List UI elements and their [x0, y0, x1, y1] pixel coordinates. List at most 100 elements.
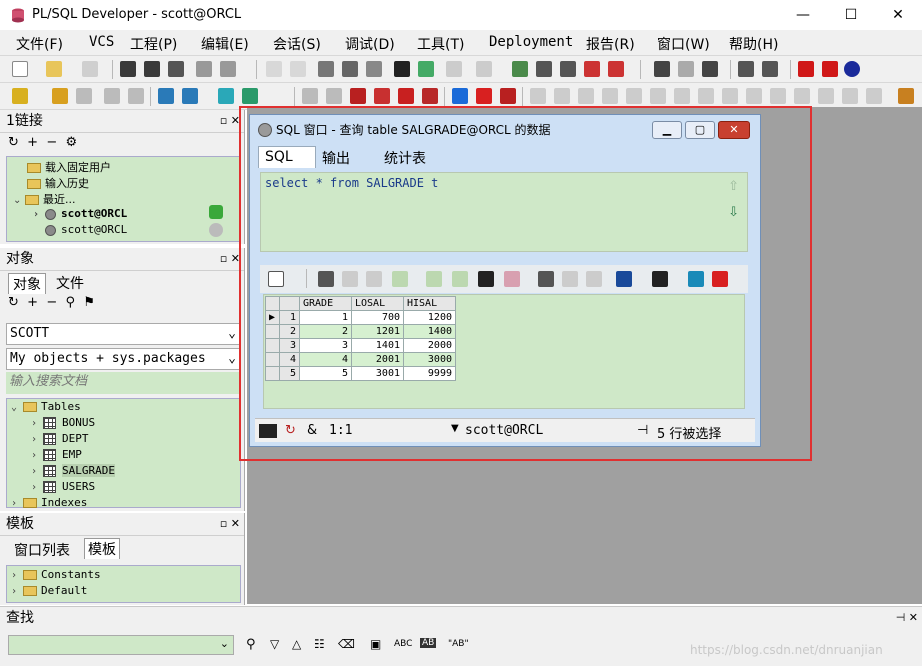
- shape-red3-icon[interactable]: [398, 88, 414, 104]
- find-icon[interactable]: ⚲: [66, 295, 76, 310]
- paste-icon[interactable]: [366, 61, 382, 77]
- list-item[interactable]: ⌄ 最近...: [13, 191, 76, 207]
- menu-deployment[interactable]: Deployment: [489, 34, 573, 50]
- arrow-up-icon[interactable]: △: [292, 637, 301, 651]
- remove-icon[interactable]: −: [46, 135, 57, 150]
- tile-icon[interactable]: [762, 61, 778, 77]
- search-input[interactable]: 输入搜索文档: [6, 372, 241, 394]
- replace-icon[interactable]: [418, 61, 434, 77]
- tool-m-icon[interactable]: [818, 88, 834, 104]
- commit-icon[interactable]: [104, 88, 120, 104]
- save-icon[interactable]: [120, 61, 136, 77]
- tool-l-icon[interactable]: [794, 88, 810, 104]
- undo-icon[interactable]: [266, 61, 282, 77]
- indent-icon[interactable]: [536, 61, 552, 77]
- uppercase-icon[interactable]: [584, 61, 600, 77]
- rollback-icon[interactable]: [128, 88, 144, 104]
- tool-j-icon[interactable]: [746, 88, 762, 104]
- minimize-button[interactable]: —: [780, 0, 826, 30]
- menu-edit[interactable]: 编辑(E): [201, 34, 249, 54]
- menu-help[interactable]: 帮助(H): [729, 34, 778, 54]
- cut-icon[interactable]: [318, 61, 334, 77]
- arrow-down-icon[interactable]: ▽: [270, 637, 279, 651]
- settings-icon[interactable]: ⚙: [66, 135, 78, 150]
- user-select[interactable]: SCOTT ⌄: [6, 323, 241, 345]
- tool-a-icon[interactable]: [530, 88, 546, 104]
- oracle-icon[interactable]: [798, 61, 814, 77]
- table-row-selected[interactable]: › SALGRADE: [31, 464, 115, 477]
- quoted-button[interactable]: "AB": [448, 639, 469, 649]
- menu-debug[interactable]: 调试(D): [345, 34, 395, 54]
- menu-project[interactable]: 工程(P): [130, 34, 177, 54]
- highlight-icon[interactable]: ☷: [314, 637, 325, 651]
- nav-forward-icon[interactable]: [476, 61, 492, 77]
- gear-icon[interactable]: [52, 88, 68, 104]
- list-item[interactable]: ⌄ Tables: [11, 400, 81, 413]
- tool-p-icon[interactable]: [898, 88, 914, 104]
- tool-c-icon[interactable]: [578, 88, 594, 104]
- shape-red-icon[interactable]: [350, 88, 366, 104]
- stop-icon[interactable]: [500, 88, 516, 104]
- maximize-button[interactable]: ☐: [828, 0, 874, 30]
- lowercase-icon[interactable]: [608, 61, 624, 77]
- menu-window[interactable]: 窗口(W): [657, 34, 710, 54]
- arrow-right-blue-icon[interactable]: [452, 88, 468, 104]
- compile-icon[interactable]: [512, 61, 528, 77]
- eraser-icon[interactable]: [326, 88, 342, 104]
- filter-icon[interactable]: ⚑: [83, 295, 95, 310]
- whole-word-button[interactable]: AB: [420, 638, 437, 648]
- panel-controls-icon[interactable]: ▫ ✕: [220, 513, 240, 535]
- key-icon[interactable]: [12, 88, 28, 104]
- bookmark-icon[interactable]: [302, 88, 318, 104]
- pdf-icon[interactable]: [822, 61, 838, 77]
- chevron-right-icon[interactable]: ›: [33, 209, 45, 220]
- tool-g-icon[interactable]: [674, 88, 690, 104]
- match-case-button[interactable]: ABC: [394, 639, 412, 649]
- table-row[interactable]: › DEPT: [31, 432, 89, 445]
- list-item[interactable]: › Default: [11, 584, 87, 597]
- describe-icon[interactable]: [654, 61, 670, 77]
- list-item[interactable]: › Constants: [11, 568, 101, 581]
- list-item[interactable]: 输入历史: [27, 175, 89, 191]
- tool-e-icon[interactable]: [626, 88, 642, 104]
- tool-h-icon[interactable]: [698, 88, 714, 104]
- table-row[interactable]: › BONUS: [31, 416, 95, 429]
- menu-vcs[interactable]: VCS: [89, 34, 114, 50]
- disconnect-icon[interactable]: [242, 88, 258, 104]
- table-row[interactable]: › USERS: [31, 480, 95, 493]
- sql-window-icon[interactable]: [158, 88, 174, 104]
- tool-b-icon[interactable]: [554, 88, 570, 104]
- panel-controls-icon[interactable]: ▫ ✕: [220, 110, 240, 132]
- eraser-icon[interactable]: ⌫: [338, 637, 355, 651]
- tool-i-icon[interactable]: [722, 88, 738, 104]
- nav-back-icon[interactable]: [446, 61, 462, 77]
- print-icon[interactable]: [196, 61, 212, 77]
- close-button[interactable]: ✕: [875, 0, 921, 30]
- shape-red2-icon[interactable]: [374, 88, 390, 104]
- tool-f-icon[interactable]: [650, 88, 666, 104]
- collapse-icon[interactable]: ⌄: [13, 195, 25, 206]
- tab-window-list[interactable]: 窗口列表: [14, 540, 70, 560]
- list-item[interactable]: › Indexes: [11, 496, 87, 509]
- table-row[interactable]: › EMP: [31, 448, 82, 461]
- tool-n-icon[interactable]: [842, 88, 858, 104]
- list-item[interactable]: scott@ORCL: [45, 223, 127, 236]
- copy-icon[interactable]: [342, 61, 358, 77]
- add-icon[interactable]: +: [27, 135, 38, 150]
- refresh-icon[interactable]: ↻: [8, 295, 19, 310]
- break-icon[interactable]: [76, 88, 92, 104]
- unindent-icon[interactable]: [560, 61, 576, 77]
- print-disabled-icon[interactable]: [82, 61, 98, 77]
- list-item[interactable]: › scott@ORCL: [33, 207, 127, 220]
- view-icon[interactable]: [678, 61, 694, 77]
- find-icon[interactable]: [394, 61, 410, 77]
- menu-reports[interactable]: 报告(R): [586, 34, 635, 54]
- refresh-icon[interactable]: ↻: [8, 135, 19, 150]
- window-icon[interactable]: ▣: [370, 637, 381, 651]
- find-icon[interactable]: ⚲: [246, 637, 256, 652]
- arrow-right-red-icon[interactable]: [476, 88, 492, 104]
- find-input[interactable]: ⌄: [8, 635, 234, 655]
- print-setup-icon[interactable]: [220, 61, 236, 77]
- tool-o-icon[interactable]: [866, 88, 882, 104]
- open-icon[interactable]: [46, 61, 62, 77]
